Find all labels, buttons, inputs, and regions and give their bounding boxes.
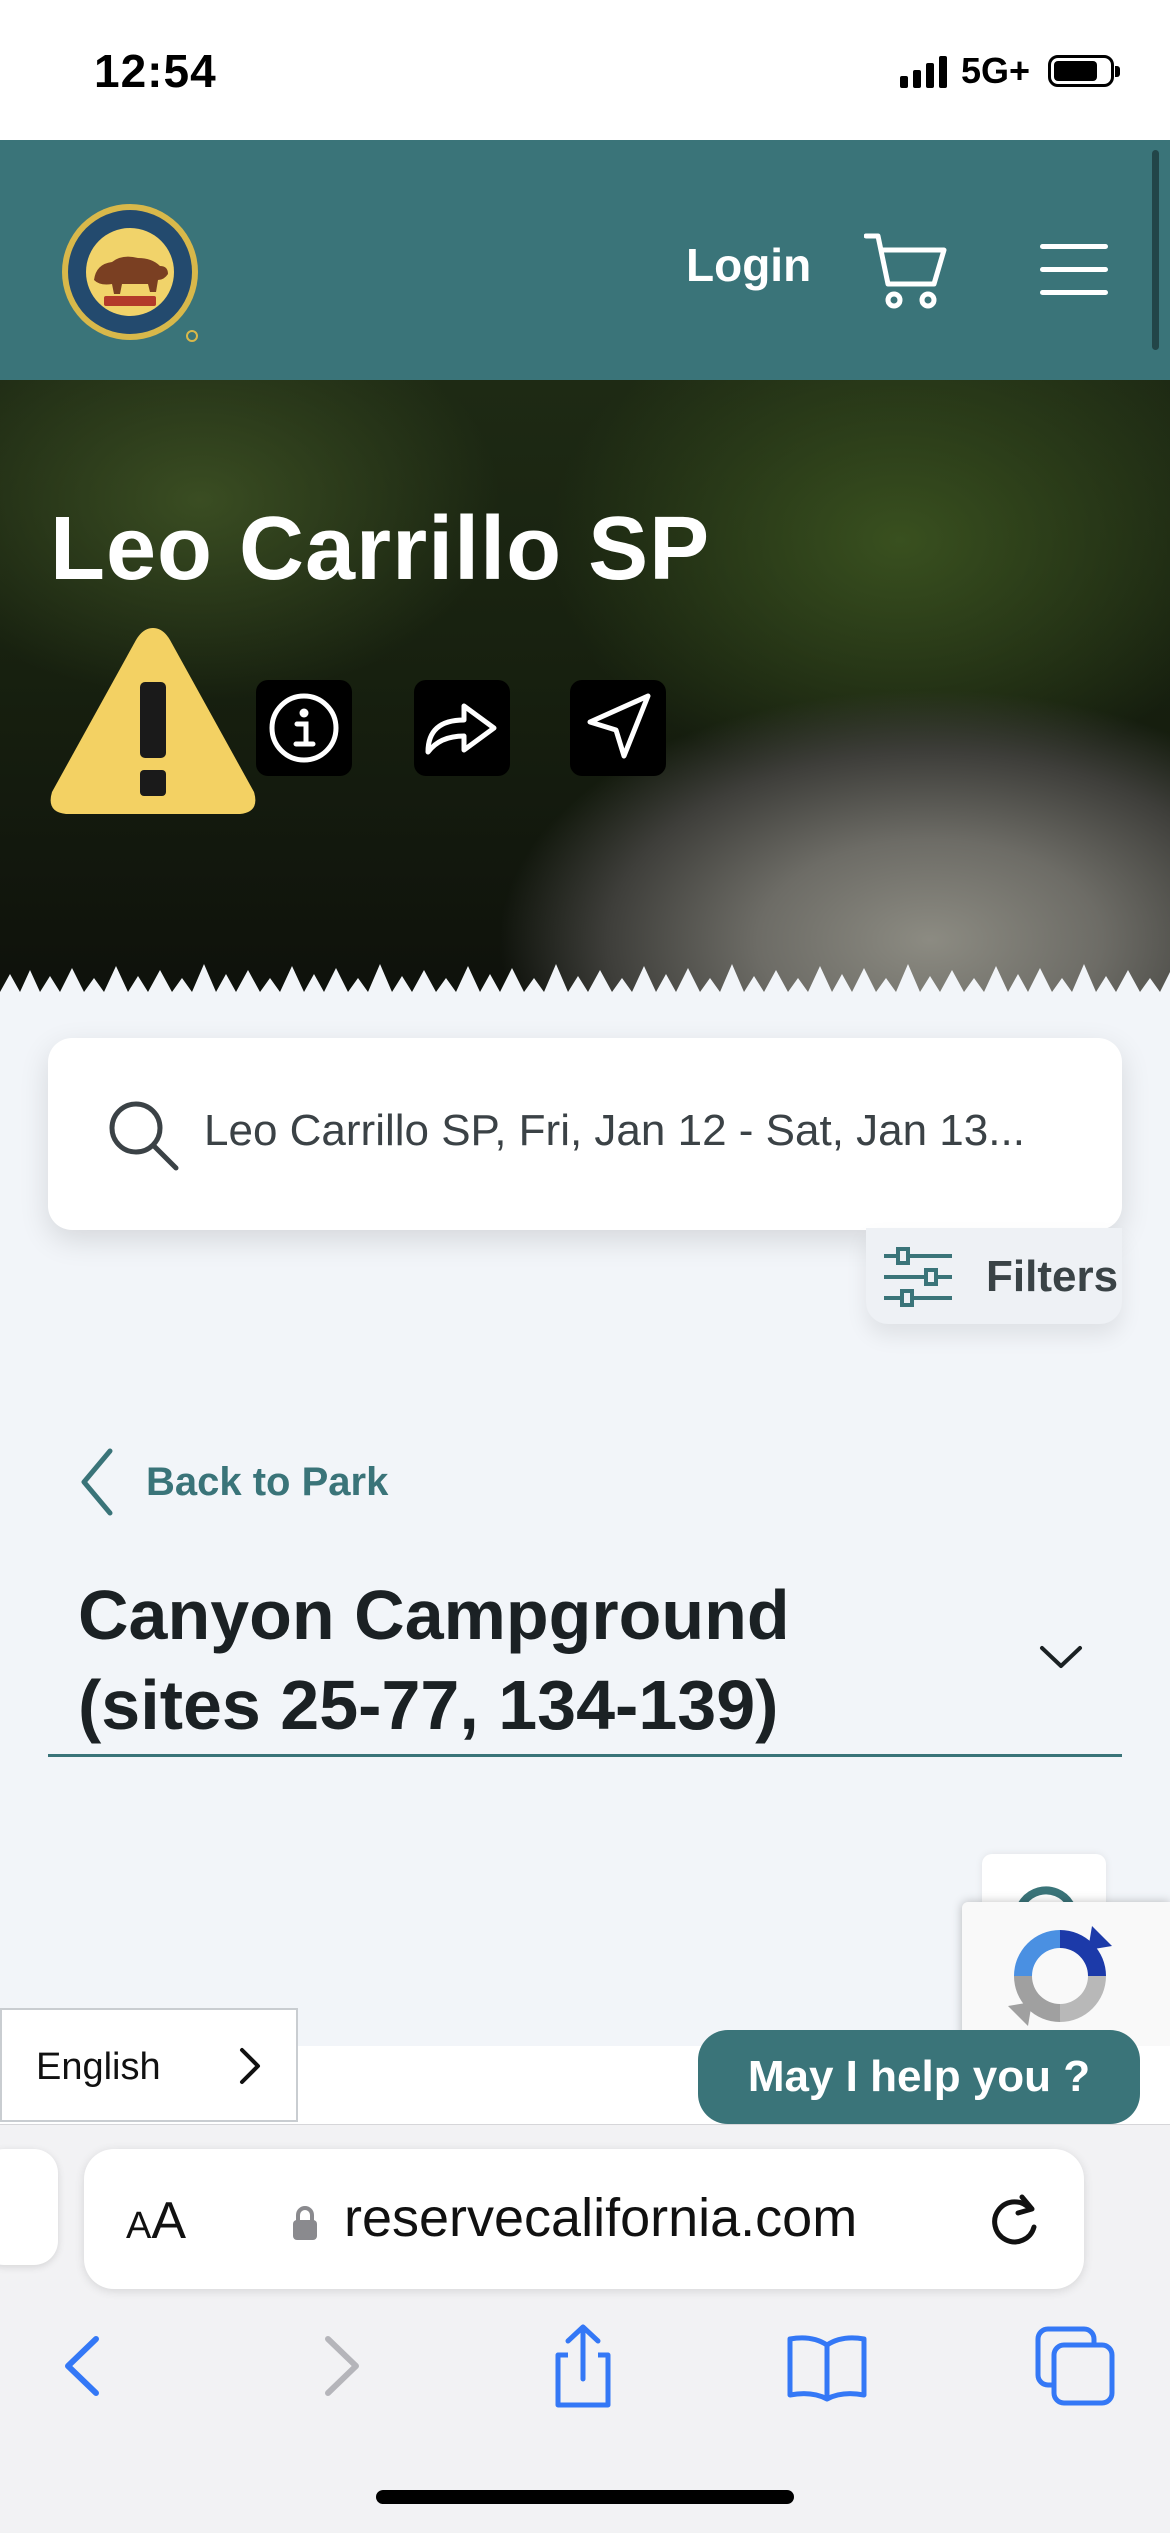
home-indicator[interactable] (376, 2490, 794, 2504)
back-arrow-icon[interactable] (40, 2321, 130, 2411)
share-icon[interactable] (538, 2321, 628, 2411)
aa-large: A (151, 2192, 187, 2250)
search-bar[interactable]: Leo Carrillo SP, Fri, Jan 12 - Sat, Jan … (48, 1038, 1122, 1230)
network-type: 5G+ (960, 50, 1030, 91)
language-label: English (36, 2046, 161, 2088)
help-chat-button[interactable]: May I help you ? (698, 2030, 1140, 2124)
chevron-right-icon (240, 2048, 260, 2084)
back-to-park-link[interactable]: Back to Park (78, 1444, 388, 1520)
reader-text-size-button[interactable]: AA (126, 2191, 186, 2251)
park-title: Leo Carrillo SP (50, 499, 711, 599)
campground-select[interactable]: Canyon Campground (sites 25-77, 134-139) (48, 1570, 1122, 1757)
chevron-down-icon (1040, 1646, 1082, 1668)
tabs-icon[interactable] (1030, 2321, 1120, 2411)
info-icon (269, 693, 339, 763)
back-to-park-label: Back to Park (146, 1459, 389, 1504)
hamburger-menu-icon[interactable] (1040, 244, 1108, 295)
status-indicators: 5G+ (899, 50, 1120, 92)
url-text[interactable]: reservecalifornia.com (344, 2187, 857, 2249)
lock-icon (293, 2206, 317, 2240)
browser-toolbar: AA reservecalifornia.com (0, 2124, 1170, 2533)
warning-icon[interactable] (46, 620, 260, 820)
campground-title-line1: Canyon Campground (78, 1576, 790, 1654)
status-time: 12:54 (94, 45, 217, 97)
california-state-parks-logo[interactable] (60, 202, 206, 348)
language-selector[interactable]: English (0, 2008, 298, 2122)
campground-title: Canyon Campground (sites 25-77, 134-139) (78, 1570, 958, 1750)
search-icon (109, 1101, 179, 1171)
directions-arrow-icon (587, 693, 651, 759)
sliders-icon (884, 1247, 952, 1307)
park-hero-banner: Leo Carrillo SP (0, 380, 1170, 1040)
cellular-signal-icon (899, 54, 947, 88)
previous-tab-preview[interactable] (0, 2149, 58, 2265)
reload-icon[interactable] (982, 2187, 1046, 2251)
recaptcha-icon (1008, 1926, 1112, 2026)
chevron-left-icon (81, 1448, 113, 1516)
site-header: Login (0, 140, 1170, 380)
share-button[interactable] (414, 680, 510, 776)
bookmarks-icon[interactable] (782, 2321, 872, 2411)
battery-icon (1048, 55, 1120, 87)
filters-label: Filters (986, 1252, 1119, 1301)
aa-small: A (126, 2205, 152, 2247)
grass-edge-decoration (0, 964, 1170, 1040)
status-bar: 12:54 5G+ (0, 0, 1170, 140)
shopping-cart-icon[interactable] (864, 230, 950, 310)
directions-button[interactable] (570, 680, 666, 776)
info-button[interactable] (256, 680, 352, 776)
login-link[interactable]: Login (686, 238, 811, 292)
search-input[interactable]: Leo Carrillo SP, Fri, Jan 12 - Sat, Jan … (204, 1106, 1084, 1156)
share-arrow-icon (425, 703, 497, 755)
address-bar[interactable]: AA reservecalifornia.com (84, 2149, 1084, 2289)
page-scrollbar[interactable] (1152, 150, 1159, 350)
forward-arrow-icon[interactable] (294, 2321, 384, 2411)
campground-title-line2: (sites 25-77, 134-139) (78, 1666, 779, 1744)
filters-button[interactable]: Filters (866, 1228, 1122, 1324)
